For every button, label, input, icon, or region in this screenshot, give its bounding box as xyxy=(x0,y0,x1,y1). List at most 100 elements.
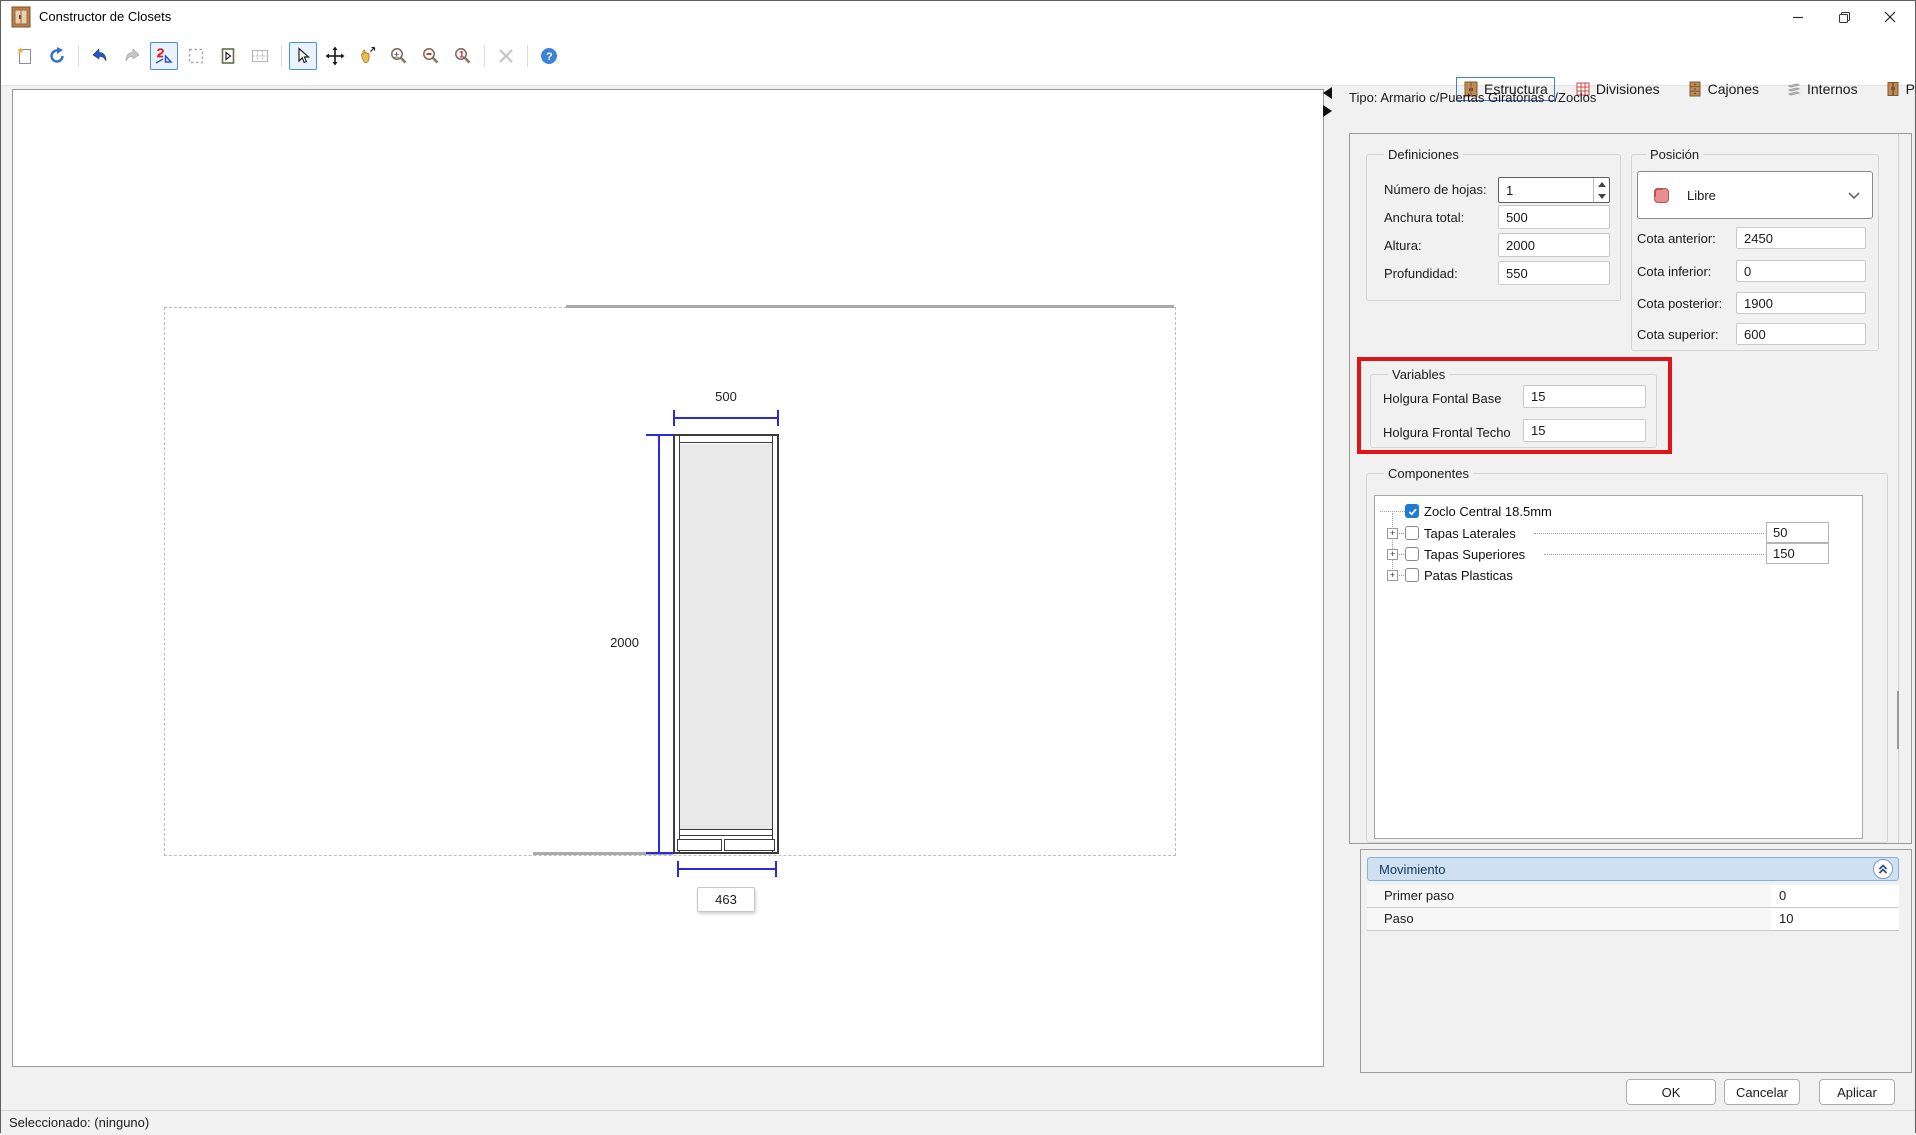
panel-direction-button[interactable] xyxy=(214,42,242,70)
tab-cajones[interactable]: Cajones xyxy=(1680,77,1766,101)
closet-right-panel-line xyxy=(772,436,773,852)
movimiento-panel xyxy=(1360,849,1912,1073)
statusbar: Seleccionado: (ninguno) xyxy=(1,1110,1915,1135)
settings-scrollbar-thumb[interactable] xyxy=(1897,691,1899,749)
tree-item-label[interactable]: Zoclo Central 18.5mm xyxy=(1424,504,1552,519)
holgura-fontal-base-input[interactable]: 15 xyxy=(1523,385,1646,408)
zoom-out-button[interactable] xyxy=(417,42,445,70)
apply-label: Aplicar xyxy=(1837,1085,1877,1100)
apply-button[interactable]: Aplicar xyxy=(1819,1079,1895,1105)
new-file-button[interactable] xyxy=(11,42,39,70)
ok-label: OK xyxy=(1662,1085,1681,1100)
grid-table-button[interactable] xyxy=(246,42,274,70)
cota-posterior-input[interactable]: 1900 xyxy=(1736,292,1866,314)
undo-button[interactable] xyxy=(86,42,114,70)
drawing-canvas[interactable]: 500 2000 463 xyxy=(12,89,1324,1067)
wall-segment-top xyxy=(566,305,1174,308)
collapse-left-icon[interactable] xyxy=(1323,87,1332,99)
maximize-button[interactable] xyxy=(1821,1,1867,33)
tapas-superiores-checkbox[interactable] xyxy=(1405,547,1419,561)
dim-width-tick-right xyxy=(777,410,779,426)
panel-splitter[interactable] xyxy=(1323,85,1335,125)
tab-internos[interactable]: Internos xyxy=(1779,77,1865,101)
expand-plus-icon[interactable]: + xyxy=(1387,549,1398,560)
tapas-laterales-checkbox[interactable] xyxy=(1405,526,1419,540)
expand-plus-icon[interactable]: + xyxy=(1387,570,1398,581)
collapse-panel-button[interactable] xyxy=(1873,859,1893,879)
spinner-down-icon[interactable] xyxy=(1594,190,1609,202)
minimize-button[interactable] xyxy=(1775,1,1821,33)
zoclo-central-checkbox[interactable] xyxy=(1405,504,1419,518)
cota-superior-input[interactable]: 600 xyxy=(1736,323,1866,345)
toolbar-separator xyxy=(527,45,528,67)
movimiento-header[interactable]: Movimiento xyxy=(1367,857,1899,881)
tree-item-value: 150 xyxy=(1773,546,1795,561)
minimize-icon xyxy=(1792,11,1804,23)
movimiento-row[interactable]: Paso 10 xyxy=(1367,908,1899,930)
altura-input[interactable]: 2000 xyxy=(1498,233,1610,257)
tree-leader-line xyxy=(1534,533,1764,534)
tapas-laterales-value-input[interactable]: 50 xyxy=(1766,522,1829,543)
tapas-superiores-value-input[interactable]: 150 xyxy=(1766,543,1829,564)
new-file-icon xyxy=(15,46,35,66)
pan-hand-button[interactable] xyxy=(353,42,381,70)
numero-de-hojas-input[interactable]: 1 xyxy=(1498,177,1610,203)
movimiento-row-label: Primer paso xyxy=(1384,888,1454,903)
profundidad-input[interactable]: 550 xyxy=(1498,261,1610,285)
anchura-total-input[interactable]: 500 xyxy=(1498,205,1610,229)
undo-icon xyxy=(90,46,110,66)
cota-anterior-input[interactable]: 2450 xyxy=(1736,227,1866,249)
close-button[interactable] xyxy=(1867,1,1913,33)
spinner-up-icon[interactable] xyxy=(1594,178,1609,190)
paso-input[interactable]: 10 xyxy=(1771,908,1899,930)
double-chevron-up-icon xyxy=(1877,863,1889,875)
expand-right-icon[interactable] xyxy=(1323,105,1332,117)
tab-puertas[interactable]: Puertas xyxy=(1878,77,1916,101)
dim-base-tick-left xyxy=(677,861,679,877)
move-tool-button[interactable] xyxy=(321,42,349,70)
field-label: Cota posterior: xyxy=(1637,296,1722,311)
field-label: Profundidad: xyxy=(1384,266,1458,281)
closet-drawing[interactable] xyxy=(673,434,779,854)
field-label: Cota superior: xyxy=(1637,327,1719,342)
field-value: 500 xyxy=(1506,210,1528,225)
posicion-dropdown[interactable]: Libre xyxy=(1637,171,1873,219)
expand-plus-icon[interactable]: + xyxy=(1387,528,1398,539)
field-label: Cota inferior: xyxy=(1637,264,1711,279)
delete-icon xyxy=(496,46,516,66)
tab-label: Puertas xyxy=(1906,81,1916,97)
libre-icon xyxy=(1654,188,1669,203)
marquee-select-button[interactable] xyxy=(182,42,210,70)
tree-item-label[interactable]: Patas Plasticas xyxy=(1424,568,1513,583)
help-button[interactable]: ? xyxy=(535,42,563,70)
cancel-button[interactable]: Cancelar xyxy=(1724,1079,1800,1105)
ok-button[interactable]: OK xyxy=(1626,1079,1716,1105)
drawers-icon xyxy=(1687,81,1703,97)
delete-button[interactable] xyxy=(492,42,520,70)
row-divider xyxy=(1367,930,1899,931)
tree-item-label[interactable]: Tapas Laterales xyxy=(1424,526,1516,541)
tree-item-value: 50 xyxy=(1773,525,1787,540)
refresh-button[interactable] xyxy=(43,42,71,70)
select-pointer-button[interactable] xyxy=(289,42,317,70)
patas-plasticas-checkbox[interactable] xyxy=(1405,568,1419,582)
zoom-actual-button[interactable]: 1 xyxy=(449,42,477,70)
zoom-window-button[interactable]: ± xyxy=(385,42,413,70)
tree-item-label[interactable]: Tapas Superiores xyxy=(1424,547,1525,562)
zoom-window-icon: ± xyxy=(389,46,409,66)
dim-height-label: 2000 xyxy=(589,635,639,650)
redo-button[interactable] xyxy=(118,42,146,70)
primer-paso-input[interactable]: 0 xyxy=(1771,885,1899,907)
cota-inferior-input[interactable]: 0 xyxy=(1736,260,1866,282)
movimiento-row[interactable]: Primer paso 0 xyxy=(1367,885,1899,907)
movimiento-row-value: 10 xyxy=(1779,911,1793,926)
group-componentes-title: Componentes xyxy=(1384,466,1473,481)
redo-icon xyxy=(122,46,142,66)
restore-icon xyxy=(1838,11,1851,24)
holgura-frontal-techo-input[interactable]: 15 xyxy=(1523,419,1646,442)
tree-connector xyxy=(1380,511,1405,512)
dim-base-value-box[interactable]: 463 xyxy=(697,887,755,912)
dimension-edit-button[interactable] xyxy=(150,42,178,70)
spinner-buttons[interactable] xyxy=(1593,178,1609,202)
zoclo-left-box xyxy=(677,839,722,851)
